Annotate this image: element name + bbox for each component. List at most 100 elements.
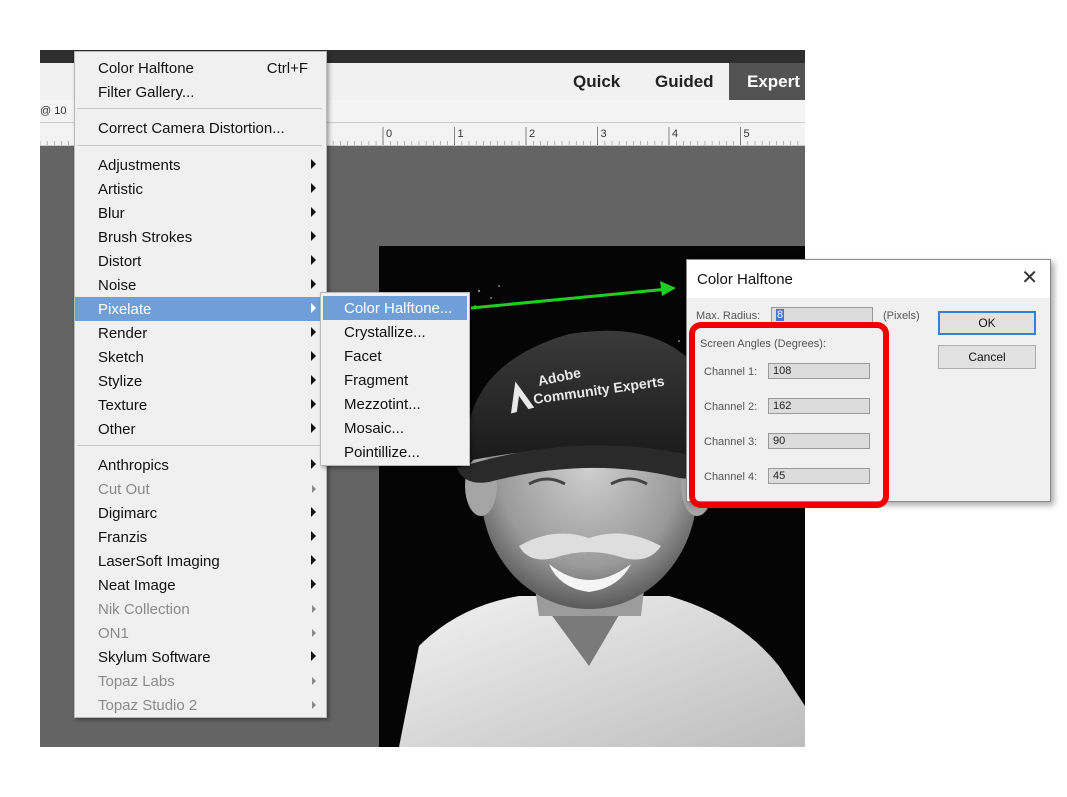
submenu-item-label: Mezzotint... bbox=[344, 396, 421, 413]
submenu-arrow-icon bbox=[311, 375, 316, 385]
submenu-arrow-icon bbox=[312, 701, 316, 709]
menu-item-topaz-labs[interactable]: Topaz Labs bbox=[75, 669, 326, 693]
cancel-button[interactable]: Cancel bbox=[938, 345, 1036, 369]
menu-item-pixelate[interactable]: Pixelate bbox=[75, 297, 326, 321]
menu-item-label: Noise bbox=[98, 277, 137, 294]
submenu-arrow-icon bbox=[311, 207, 316, 217]
submenu-arrow-icon bbox=[311, 507, 316, 517]
submenu-item-mosaic[interactable]: Mosaic... bbox=[321, 416, 469, 440]
menu-item-label: Nik Collection bbox=[98, 601, 190, 618]
document-tab-label[interactable]: @ 10 bbox=[40, 105, 66, 117]
menu-item-texture[interactable]: Texture bbox=[75, 393, 326, 417]
ruler-tick-label: 1 bbox=[458, 128, 464, 140]
close-icon[interactable]: ✕ bbox=[1021, 268, 1038, 288]
submenu-arrow-icon bbox=[311, 351, 316, 361]
menu-item-color-halftone[interactable]: Color Halftone Ctrl+F bbox=[75, 56, 326, 80]
menu-item-neat-image[interactable]: Neat Image bbox=[75, 573, 326, 597]
submenu-arrow-icon bbox=[311, 579, 316, 589]
menu-item-stylize[interactable]: Stylize bbox=[75, 369, 326, 393]
submenu-item-facet[interactable]: Facet bbox=[321, 344, 469, 368]
menu-item-cut-out[interactable]: Cut Out bbox=[75, 477, 326, 501]
menu-item-render[interactable]: Render bbox=[75, 321, 326, 345]
menu-separator bbox=[77, 145, 322, 146]
ruler-tick-label: 5 bbox=[744, 128, 750, 140]
submenu-item-pointillize[interactable]: Pointillize... bbox=[321, 440, 469, 464]
ruler-tick-label: 4 bbox=[672, 128, 678, 140]
max-radius-value: 8 bbox=[776, 309, 785, 321]
submenu-arrow-icon bbox=[311, 159, 316, 169]
menu-item-label: Render bbox=[98, 325, 148, 342]
filter-menu: Color Halftone Ctrl+F Filter Gallery... Cor… bbox=[74, 51, 327, 718]
menu-item-label: Pixelate bbox=[98, 301, 152, 318]
menu-item-label: Topaz Labs bbox=[98, 673, 175, 690]
menu-item-sketch[interactable]: Sketch bbox=[75, 345, 326, 369]
menu-item-lasersoft-imaging[interactable]: LaserSoft Imaging bbox=[75, 549, 326, 573]
menu-item-anthropics[interactable]: Anthropics bbox=[75, 453, 326, 477]
menu-item-on1[interactable]: ON1 bbox=[75, 621, 326, 645]
submenu-item-label: Fragment bbox=[344, 372, 409, 389]
menu-item-label: Artistic bbox=[98, 181, 143, 198]
submenu-item-mezzotint[interactable]: Mezzotint... bbox=[321, 392, 469, 416]
menu-item-other[interactable]: Other bbox=[75, 417, 326, 441]
submenu-item-label: Color Halftone... bbox=[344, 300, 453, 317]
menu-item-label: Texture bbox=[98, 397, 148, 414]
menu-item-label: Correct Camera Distortion... bbox=[98, 120, 285, 137]
menu-item-label: Filter Gallery... bbox=[98, 84, 195, 101]
ok-button[interactable]: OK bbox=[938, 311, 1036, 335]
menu-item-label: LaserSoft Imaging bbox=[98, 553, 220, 570]
menu-separator bbox=[77, 445, 322, 446]
menu-item-label: Sketch bbox=[98, 349, 144, 366]
submenu-arrow-icon bbox=[312, 485, 316, 493]
submenu-arrow-icon bbox=[311, 327, 316, 337]
menu-item-label: ON1 bbox=[98, 625, 129, 642]
menu-item-label: Digimarc bbox=[98, 505, 158, 522]
menu-item-label: Distort bbox=[98, 253, 142, 270]
submenu-item-color-halftone[interactable]: Color Halftone... bbox=[323, 296, 467, 320]
submenu-item-fragment[interactable]: Fragment bbox=[321, 368, 469, 392]
submenu-item-label: Mosaic... bbox=[344, 420, 405, 437]
submenu-arrow-icon bbox=[312, 629, 316, 637]
submenu-item-label: Facet bbox=[344, 348, 382, 365]
menu-item-artistic[interactable]: Artistic bbox=[75, 177, 326, 201]
submenu-arrow-icon bbox=[311, 303, 316, 313]
menu-item-label: Adjustments bbox=[98, 157, 181, 174]
ruler-tick-label: 0 bbox=[386, 128, 392, 140]
menu-item-label: Skylum Software bbox=[98, 649, 211, 666]
menu-item-nik-collection[interactable]: Nik Collection bbox=[75, 597, 326, 621]
submenu-arrow-icon bbox=[311, 279, 316, 289]
mode-expert-tab[interactable]: Expert bbox=[729, 63, 805, 100]
max-radius-label: Max. Radius: bbox=[696, 310, 761, 322]
submenu-arrow-icon bbox=[311, 255, 316, 265]
menu-item-filter-gallery[interactable]: Filter Gallery... bbox=[75, 80, 326, 104]
submenu-item-label: Pointillize... bbox=[344, 444, 420, 461]
menu-item-skylum-software[interactable]: Skylum Software bbox=[75, 645, 326, 669]
submenu-item-label: Crystallize... bbox=[344, 324, 426, 341]
menu-item-label: Franzis bbox=[98, 529, 148, 546]
menu-item-label: Blur bbox=[98, 205, 125, 222]
menu-item-brush-strokes[interactable]: Brush Strokes bbox=[75, 225, 326, 249]
menu-item-blur[interactable]: Blur bbox=[75, 201, 326, 225]
mode-quick-tab[interactable]: Quick bbox=[573, 63, 620, 100]
menu-item-label: Topaz Studio 2 bbox=[98, 697, 198, 714]
submenu-arrow-icon bbox=[311, 531, 316, 541]
menu-item-label: Stylize bbox=[98, 373, 143, 390]
mode-guided-tab[interactable]: Guided bbox=[655, 63, 714, 100]
submenu-arrow-icon bbox=[311, 231, 316, 241]
menu-item-topaz-studio-2[interactable]: Topaz Studio 2 bbox=[75, 693, 326, 717]
ruler-tick-label: 3 bbox=[601, 128, 607, 140]
dialog-title: Color Halftone bbox=[697, 271, 793, 288]
menu-item-franzis[interactable]: Franzis bbox=[75, 525, 326, 549]
menu-item-shortcut: Ctrl+F bbox=[266, 60, 308, 77]
annotation-highlight-box bbox=[689, 322, 889, 508]
menu-item-digimarc[interactable]: Digimarc bbox=[75, 501, 326, 525]
menu-separator bbox=[77, 108, 322, 109]
submenu-arrow-icon bbox=[311, 399, 316, 409]
menu-item-distort[interactable]: Distort bbox=[75, 249, 326, 273]
menu-item-noise[interactable]: Noise bbox=[75, 273, 326, 297]
max-radius-unit: (Pixels) bbox=[883, 310, 920, 322]
menu-item-adjustments[interactable]: Adjustments bbox=[75, 153, 326, 177]
submenu-item-crystallize[interactable]: Crystallize... bbox=[321, 320, 469, 344]
menu-item-label: Cut Out bbox=[98, 481, 150, 498]
max-radius-input[interactable]: 8 bbox=[771, 307, 873, 323]
menu-item-correct-camera-distortion[interactable]: Correct Camera Distortion... bbox=[75, 116, 326, 140]
